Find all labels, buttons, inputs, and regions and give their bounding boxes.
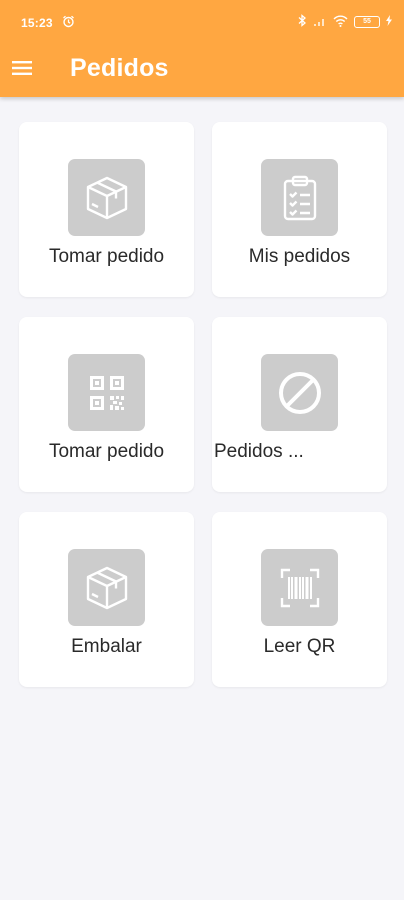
page-title: Pedidos <box>70 54 169 82</box>
hamburger-icon <box>12 61 32 75</box>
card-pedidos-anulados[interactable]: Pedidos ... <box>212 317 387 492</box>
barcode-scan-icon <box>261 549 338 626</box>
signal-icon <box>313 15 327 30</box>
card-label: Tomar pedido <box>48 246 165 267</box>
box-icon <box>68 159 145 236</box>
card-tomar-pedido[interactable]: Tomar pedido <box>19 122 194 297</box>
prohibited-icon <box>261 354 338 431</box>
card-label: Pedidos ... <box>214 441 304 462</box>
card-label: Mis pedidos <box>248 246 351 267</box>
system-nav-bar <box>0 885 404 900</box>
box-icon <box>68 549 145 626</box>
qr-code-icon <box>68 354 145 431</box>
card-embalar[interactable]: Embalar <box>19 512 194 687</box>
wifi-icon <box>333 15 348 30</box>
card-mis-pedidos[interactable]: Mis pedidos <box>212 122 387 297</box>
menu-button[interactable] <box>10 56 34 80</box>
status-bar: 15:23 55 <box>0 0 404 46</box>
card-leer-qr[interactable]: Leer QR <box>212 512 387 687</box>
charging-icon <box>386 15 392 29</box>
status-time: 15:23 <box>21 16 53 30</box>
clipboard-list-icon <box>261 159 338 236</box>
card-label: Leer QR <box>263 636 336 657</box>
battery-icon: 55 <box>354 16 380 28</box>
card-tomar-pedido-qr[interactable]: Tomar pedido <box>19 317 194 492</box>
bluetooth-icon <box>298 14 307 30</box>
card-label: Embalar <box>71 636 142 657</box>
app-bar: 15:23 55 Pedidos <box>0 0 404 97</box>
alarm-icon <box>62 15 75 31</box>
status-icons: 55 <box>298 14 392 30</box>
card-label: Tomar pedido <box>48 441 165 462</box>
